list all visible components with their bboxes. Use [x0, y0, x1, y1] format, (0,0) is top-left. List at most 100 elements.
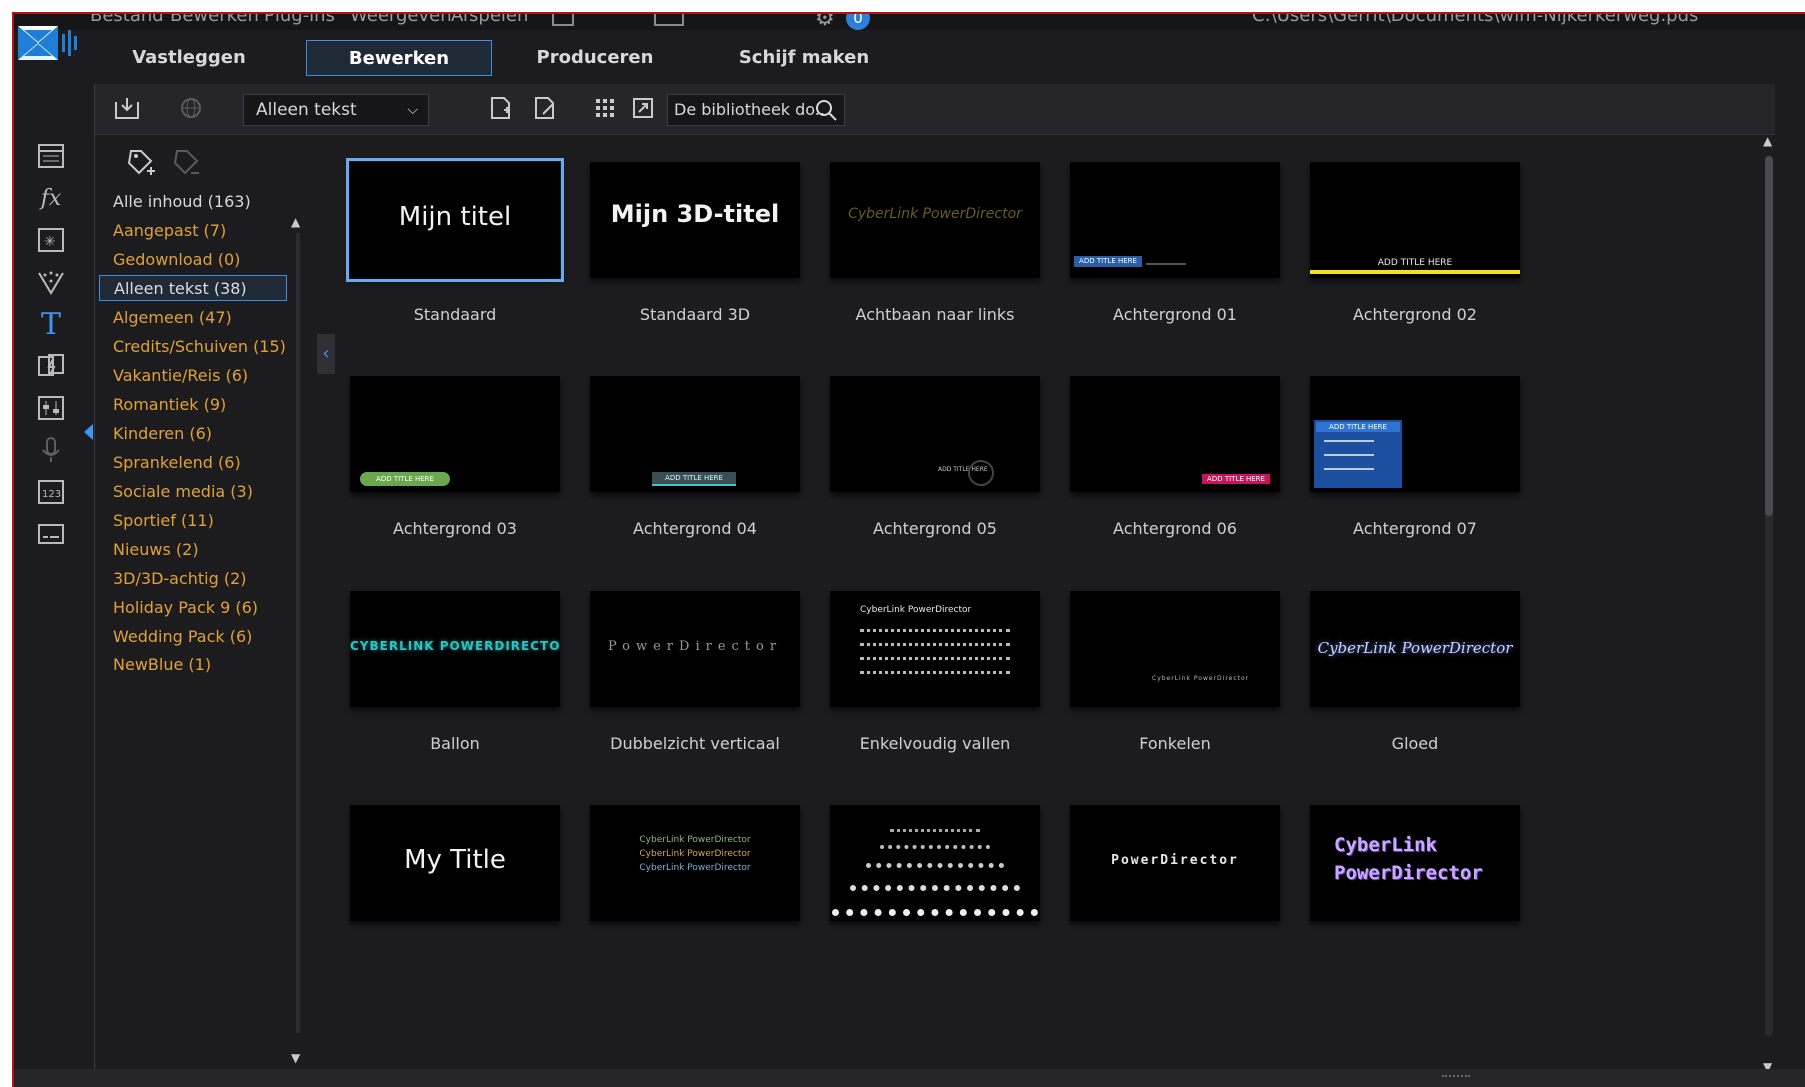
library-search-input[interactable]: De bibliotheek do...: [667, 94, 845, 126]
tab-schijf-maken[interactable]: Schijf maken: [714, 40, 894, 76]
scroll-up-icon[interactable]: ▲: [1763, 134, 1772, 148]
template-thumbnail: CYBERLINK POWERDIRECTOR: [350, 591, 560, 707]
template-tile[interactable]: ADD TITLE HERE Achtergrond 02: [1310, 162, 1520, 362]
category-item[interactable]: Romantiek (9): [99, 392, 287, 418]
import-icon[interactable]: [113, 94, 141, 122]
bottom-resize-bar[interactable]: [14, 1069, 1805, 1087]
category-item[interactable]: Aangepast (7): [99, 218, 287, 244]
template-thumbnail: CyberLink PowerDirector CyberLink PowerD…: [590, 805, 800, 921]
settings-gear-icon[interactable]: ⚙: [815, 14, 835, 31]
template-caption: Achtergrond 05: [873, 519, 997, 538]
tab-produceren[interactable]: Produceren: [520, 40, 670, 76]
scroll-down-icon[interactable]: ▼: [291, 1051, 300, 1065]
template-tile[interactable]: PowerDirector: [1070, 805, 1280, 1005]
template-tile[interactable]: ADD TITLE HERE Achtergrond 05: [830, 376, 1040, 576]
remove-tag-icon[interactable]: [171, 147, 203, 179]
title-room-icon[interactable]: T: [34, 307, 68, 342]
svg-text:123: 123: [42, 489, 61, 500]
category-item[interactable]: Sociale media (3): [99, 479, 287, 505]
scroll-up-icon[interactable]: ▲: [291, 215, 300, 229]
category-item[interactable]: Sprankelend (6): [99, 450, 287, 476]
category-item[interactable]: NewBlue (1): [99, 652, 287, 678]
subtitle-icon[interactable]: [34, 517, 68, 551]
template-tile[interactable]: Mijn 3D-titel Standaard 3D: [590, 162, 800, 362]
menu-weergeven[interactable]: Weergeven: [350, 14, 452, 26]
active-room-indicator: [84, 424, 93, 440]
notification-badge[interactable]: 0: [846, 14, 870, 30]
category-item[interactable]: Sportief (11): [99, 508, 287, 534]
category-item[interactable]: Kinderen (6): [99, 421, 287, 447]
tag-tools: [125, 141, 225, 181]
template-tile[interactable]: ADD TITLE HERE Achtergrond 04: [590, 376, 800, 576]
template-tile[interactable]: My Title: [350, 805, 560, 1005]
template-tile[interactable]: PowerDirector Dubbelzicht verticaal: [590, 591, 800, 791]
template-tile[interactable]: ADD TITLE HERE Achtergrond 03: [350, 376, 560, 576]
tab-vastleggen[interactable]: Vastleggen: [114, 40, 264, 76]
template-caption: Enkelvoudig vallen: [859, 734, 1011, 753]
template-tile[interactable]: CYBERLINK POWERDIRECTOR Ballon: [350, 591, 560, 791]
category-item[interactable]: Alle inhoud (163): [99, 189, 287, 215]
template-tile[interactable]: ADD TITLE HERE Achtergrond 06: [1070, 376, 1280, 576]
grid-scroll-thumb[interactable]: [1765, 156, 1773, 516]
thumb-decoration: [832, 909, 1038, 921]
category-item[interactable]: Holiday Pack 9 (6): [99, 595, 287, 621]
add-tag-icon[interactable]: [125, 147, 157, 179]
template-tile[interactable]: CyberLink PowerDirector Enkelvoudig vall…: [830, 591, 1040, 791]
pip-objects-icon[interactable]: ✳: [34, 223, 68, 257]
category-item[interactable]: Nieuws (2): [99, 537, 287, 563]
template-tile[interactable]: CyberLink PowerDirector: [1310, 805, 1520, 1005]
template-tile[interactable]: ADD TITLE HERE Achtergrond 01: [1070, 162, 1280, 362]
template-tile[interactable]: Mijn titel Standaard: [346, 158, 564, 362]
save-icon[interactable]: [552, 14, 574, 26]
template-tile[interactable]: CyberLink PowerDirector Achtbaan naar li…: [830, 162, 1040, 362]
category-item[interactable]: Gedownload (0): [99, 247, 287, 273]
transition-icon[interactable]: [34, 349, 68, 383]
fx-icon[interactable]: fx: [34, 181, 68, 215]
thumb-text: Mijn 3D-titel: [610, 200, 780, 228]
resize-grip-icon[interactable]: [1442, 1075, 1470, 1081]
menu-bewerken[interactable]: Bewerken: [170, 14, 259, 26]
expand-icon[interactable]: [629, 94, 657, 122]
menu-afspelen[interactable]: Afspelen: [451, 14, 528, 26]
template-tile[interactable]: CyberLink PowerDirector Gloed: [1310, 591, 1520, 791]
template-thumbnail: CyberLink PowerDirector: [1310, 591, 1520, 707]
category-item[interactable]: Algemeen (47): [99, 305, 287, 331]
particle-icon[interactable]: [34, 265, 68, 299]
category-item[interactable]: Credits/Schuiven (15): [99, 334, 287, 360]
thumb-text: CyberLink PowerDirector: [639, 863, 751, 873]
audio-mix-icon[interactable]: [34, 391, 68, 425]
media-room-icon[interactable]: [34, 139, 68, 173]
chapter-icon[interactable]: 123: [34, 475, 68, 509]
thumb-decoration: [860, 671, 1010, 677]
aspect-ratio-icon[interactable]: [654, 14, 684, 26]
tab-bewerken[interactable]: Bewerken: [306, 40, 492, 76]
template-caption: Standaard: [413, 305, 497, 324]
grid-view-icon[interactable]: [591, 94, 619, 122]
template-tile[interactable]: CyberLink PowerDirector Fonkelen: [1070, 591, 1280, 791]
category-scroll-track[interactable]: [296, 233, 300, 1033]
thumb-text: CyberLink PowerDirector: [639, 849, 751, 859]
category-item[interactable]: Wedding Pack (6): [99, 624, 287, 650]
template-thumbnail: ADD TITLE HERE: [590, 376, 800, 492]
template-tile[interactable]: CyberLink PowerDirector CyberLink PowerD…: [590, 805, 800, 1005]
category-scrollbar[interactable]: ▲ ▼: [291, 215, 305, 1065]
collapse-pane-button[interactable]: ‹: [317, 334, 335, 374]
thumb-text: CyberLink PowerDirector: [1317, 639, 1513, 657]
download-globe-icon[interactable]: [177, 94, 205, 122]
modify-title-icon[interactable]: [531, 94, 559, 122]
menu-bestand[interactable]: Bestand: [90, 14, 164, 26]
thumb-text: ADD TITLE HERE: [1202, 474, 1270, 484]
menu-plugins[interactable]: Plug-ins: [264, 14, 335, 26]
template-tile[interactable]: [830, 805, 1040, 1005]
grid-scrollbar[interactable]: ▲ ▼: [1759, 134, 1779, 1074]
template-tile[interactable]: ADD TITLE HERE Achtergrond 07: [1310, 376, 1520, 576]
template-thumbnail: CyberLink PowerDirector: [1070, 591, 1280, 707]
voice-over-icon[interactable]: [34, 433, 68, 467]
category-item[interactable]: Vakantie/Reis (6): [99, 363, 287, 389]
search-icon[interactable]: [814, 98, 838, 122]
category-item[interactable]: 3D/3D-achtig (2): [99, 566, 287, 592]
thumb-text: ADD TITLE HERE: [360, 472, 450, 486]
filter-dropdown[interactable]: Alleen tekst ⌵: [243, 94, 429, 126]
new-title-icon[interactable]: [487, 94, 515, 122]
category-item-selected[interactable]: Alleen tekst (38): [99, 275, 287, 301]
